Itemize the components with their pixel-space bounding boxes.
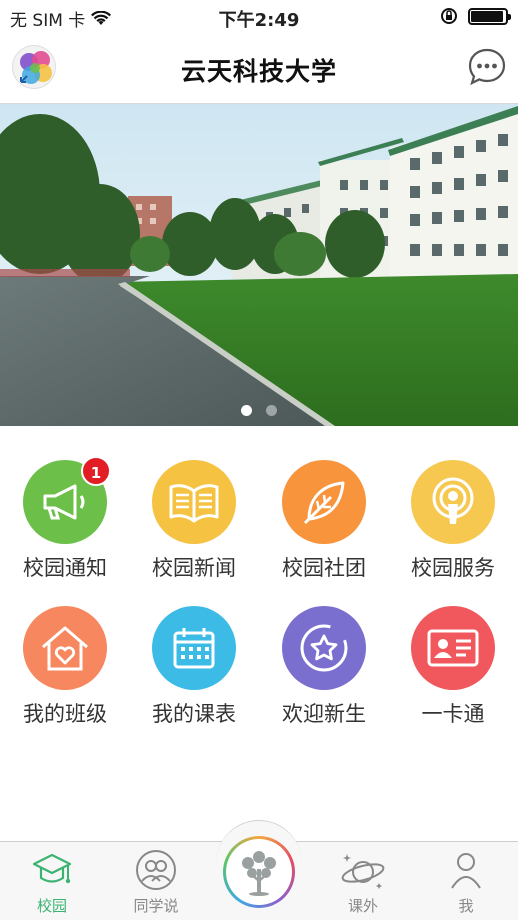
people-icon xyxy=(104,849,208,891)
tab-label: 课外 xyxy=(347,897,378,915)
nav-bar: 云天科技大学 xyxy=(0,34,518,104)
campus-photo xyxy=(0,104,518,426)
book-icon xyxy=(167,481,221,523)
message-button[interactable] xyxy=(466,46,508,88)
feature-tile[interactable]: 校园新闻 xyxy=(129,460,259,582)
feature-tile-circle xyxy=(152,606,236,690)
graduation-cap-icon xyxy=(0,849,104,891)
megaphone-icon xyxy=(39,482,91,522)
feature-tile-circle xyxy=(23,606,107,690)
chat-bubble-icon xyxy=(468,48,506,86)
service-icon xyxy=(428,476,478,528)
feature-tile-label: 欢迎新生 xyxy=(282,702,366,726)
tree-logo-icon xyxy=(242,851,276,896)
feature-tile-label: 校园新闻 xyxy=(152,556,236,580)
battery-icon xyxy=(468,7,511,25)
feature-tile[interactable]: 我的课表 xyxy=(129,606,259,728)
notification-badge: 1 xyxy=(81,456,111,486)
id-card-icon xyxy=(425,627,481,669)
feature-tile[interactable]: 1 校园通知 xyxy=(0,456,130,582)
center-tab-button[interactable] xyxy=(223,836,295,908)
page-title: 云天科技大学 xyxy=(180,57,337,86)
calendar-icon xyxy=(170,624,218,672)
status-bar: 无 SIM 卡 下午2:49 xyxy=(0,0,518,34)
carousel-dots[interactable] xyxy=(0,405,518,416)
feature-tile-circle: 1 xyxy=(23,456,111,544)
person-icon xyxy=(414,849,518,891)
planet-icon xyxy=(311,849,415,891)
feature-tile-circle xyxy=(152,460,236,544)
feature-tile-label: 校园通知 xyxy=(23,556,107,580)
orientation-lock-icon xyxy=(441,8,457,24)
feature-tile-label: 我的课表 xyxy=(152,702,236,726)
battery-level xyxy=(471,10,504,22)
tab-label: 我 xyxy=(458,897,474,915)
tab-item[interactable]: 校园 xyxy=(0,842,104,920)
feature-tile-circle xyxy=(282,606,366,690)
status-right xyxy=(440,7,511,25)
house-heart-icon xyxy=(38,623,92,673)
tab-label: 同学说 xyxy=(133,897,179,915)
feature-tile[interactable]: 我的班级 xyxy=(0,606,130,728)
tab-item[interactable]: 课外 xyxy=(311,842,415,920)
tab-label: 校园 xyxy=(36,897,67,915)
leaf-icon xyxy=(301,479,347,525)
tab-item[interactable]: 同学说 xyxy=(104,842,208,920)
center-tab-inner xyxy=(226,839,292,905)
feature-tile-circle xyxy=(282,460,366,544)
feature-tile-label: 校园社团 xyxy=(282,556,366,580)
carousel-dot[interactable] xyxy=(266,405,277,416)
banner-carousel[interactable] xyxy=(0,104,518,426)
feature-tile[interactable]: 校园服务 xyxy=(388,460,518,582)
feature-tile-circle xyxy=(411,606,495,690)
feature-tile-circle xyxy=(411,460,495,544)
feature-tile[interactable]: 校园社团 xyxy=(259,460,389,582)
star-icon xyxy=(297,621,351,675)
feature-tile[interactable]: 一卡通 xyxy=(388,606,518,728)
feature-tile-label: 我的班级 xyxy=(23,702,107,726)
carousel-dot[interactable] xyxy=(241,405,252,416)
feature-tile[interactable]: 欢迎新生 xyxy=(259,606,389,728)
feature-tile-label: 一卡通 xyxy=(421,702,485,726)
feature-tile-label: 校园服务 xyxy=(411,556,495,580)
tab-item[interactable]: 我 xyxy=(414,842,518,920)
